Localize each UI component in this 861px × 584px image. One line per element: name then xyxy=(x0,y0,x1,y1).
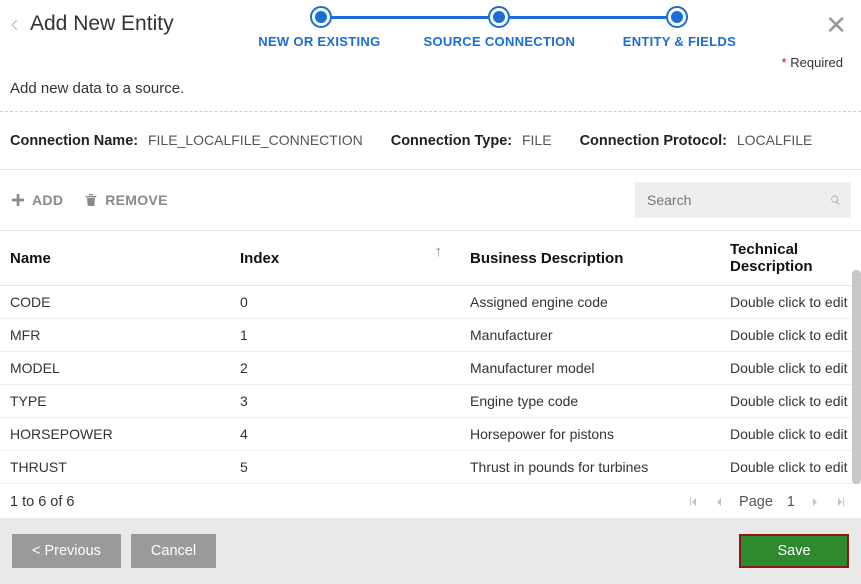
cell-index[interactable]: 1 xyxy=(230,319,460,352)
cell-name[interactable]: THRUST xyxy=(0,451,230,484)
remove-label: REMOVE xyxy=(105,192,167,208)
page-number: 1 xyxy=(787,494,795,510)
page-first-icon[interactable] xyxy=(687,495,699,509)
cell-business[interactable]: Horsepower for pistons xyxy=(460,418,720,451)
add-button[interactable]: ADD xyxy=(10,192,63,208)
search-input[interactable] xyxy=(645,191,830,209)
cell-index[interactable]: 5 xyxy=(230,451,460,484)
step-dot-1[interactable] xyxy=(310,6,332,28)
page-prev-icon[interactable] xyxy=(713,495,725,509)
connection-name-label: Connection Name: xyxy=(10,133,138,149)
trash-icon xyxy=(83,192,99,208)
table-toolbar: ADD REMOVE xyxy=(0,170,861,230)
cell-index[interactable]: 0 xyxy=(230,286,460,319)
page-label: Page xyxy=(739,494,773,510)
cell-name[interactable]: MODEL xyxy=(0,352,230,385)
cell-technical[interactable]: Double click to edit xyxy=(720,352,861,385)
wizard-header: Add New Entity NEW OR EXISTING SOURCE CO… xyxy=(0,0,861,49)
required-label: Required xyxy=(790,55,843,70)
cell-technical[interactable]: Double click to edit xyxy=(720,418,861,451)
table-row[interactable]: MODEL2Manufacturer modelDouble click to … xyxy=(0,352,861,385)
required-star-icon: * xyxy=(782,55,787,70)
table-row[interactable]: CODE0Assigned engine codeDouble click to… xyxy=(0,286,861,319)
search-box[interactable] xyxy=(635,182,851,218)
add-label: ADD xyxy=(32,192,63,208)
col-name[interactable]: Name xyxy=(0,231,230,286)
close-icon[interactable]: ✕ xyxy=(825,12,847,38)
step-label-1[interactable]: NEW OR EXISTING xyxy=(229,34,409,49)
table-header-row: Name Index ↑ Business Description Techni… xyxy=(0,231,861,286)
step-dot-3[interactable] xyxy=(666,6,688,28)
sort-asc-icon: ↑ xyxy=(435,243,443,260)
cell-index[interactable]: 2 xyxy=(230,352,460,385)
search-icon xyxy=(830,192,841,208)
back-button[interactable] xyxy=(8,14,26,38)
table-row[interactable]: MFR1ManufacturerDouble click to edit xyxy=(0,319,861,352)
stepper: NEW OR EXISTING SOURCE CONNECTION ENTITY… xyxy=(174,6,826,49)
pager-info: 1 to 6 of 6 xyxy=(10,494,75,510)
connection-name-value: FILE_LOCALFILE_CONNECTION xyxy=(148,132,363,148)
vertical-scrollbar-thumb[interactable] xyxy=(852,270,861,484)
step-line xyxy=(332,16,488,19)
connection-type-value: FILE xyxy=(522,132,552,148)
cell-name[interactable]: TYPE xyxy=(0,385,230,418)
cell-business[interactable]: Assigned engine code xyxy=(460,286,720,319)
table-row[interactable]: HORSEPOWER4Horsepower for pistonsDouble … xyxy=(0,418,861,451)
page-last-icon[interactable] xyxy=(835,495,847,509)
page-title: Add New Entity xyxy=(30,12,174,36)
connection-info: Connection Name: FILE_LOCALFILE_CONNECTI… xyxy=(0,112,861,169)
cell-business[interactable]: Manufacturer xyxy=(460,319,720,352)
cancel-button[interactable]: Cancel xyxy=(131,534,216,568)
step-label-2[interactable]: SOURCE CONNECTION xyxy=(409,34,589,49)
table-row[interactable]: TYPE3Engine type codeDouble click to edi… xyxy=(0,385,861,418)
col-business[interactable]: Business Description xyxy=(460,231,720,286)
wizard-footer: < Previous Cancel Save xyxy=(0,518,861,584)
fields-table: Name Index ↑ Business Description Techni… xyxy=(0,230,861,484)
cell-technical[interactable]: Double click to edit xyxy=(720,385,861,418)
pager: 1 to 6 of 6 Page 1 xyxy=(0,492,861,518)
previous-button[interactable]: < Previous xyxy=(12,534,121,568)
required-note: * Required xyxy=(0,49,861,70)
save-button[interactable]: Save xyxy=(739,534,849,568)
cell-technical[interactable]: Double click to edit xyxy=(720,319,861,352)
cell-business[interactable]: Thrust in pounds for turbines xyxy=(460,451,720,484)
cell-business[interactable]: Manufacturer model xyxy=(460,352,720,385)
connection-protocol-value: LOCALFILE xyxy=(737,132,812,148)
step-label-3[interactable]: ENTITY & FIELDS xyxy=(589,34,769,49)
page-next-icon[interactable] xyxy=(809,495,821,509)
remove-button[interactable]: REMOVE xyxy=(83,192,167,208)
col-index[interactable]: Index ↑ xyxy=(230,231,460,286)
cell-name[interactable]: MFR xyxy=(0,319,230,352)
step-line xyxy=(510,16,666,19)
plus-icon xyxy=(10,192,26,208)
cell-index[interactable]: 4 xyxy=(230,418,460,451)
step-dot-2[interactable] xyxy=(488,6,510,28)
cell-business[interactable]: Engine type code xyxy=(460,385,720,418)
connection-type-label: Connection Type: xyxy=(391,133,512,149)
cell-technical[interactable]: Double click to edit xyxy=(720,286,861,319)
cell-name[interactable]: CODE xyxy=(0,286,230,319)
cell-technical[interactable]: Double click to edit xyxy=(720,451,861,484)
connection-protocol-label: Connection Protocol: xyxy=(580,133,727,149)
subtitle: Add new data to a source. xyxy=(0,70,861,111)
table-row[interactable]: THRUST5Thrust in pounds for turbinesDoub… xyxy=(0,451,861,484)
cell-name[interactable]: HORSEPOWER xyxy=(0,418,230,451)
col-index-label: Index xyxy=(240,250,279,267)
cell-index[interactable]: 3 xyxy=(230,385,460,418)
col-technical[interactable]: Technical Description xyxy=(720,231,861,286)
vertical-scrollbar[interactable] xyxy=(852,270,861,484)
